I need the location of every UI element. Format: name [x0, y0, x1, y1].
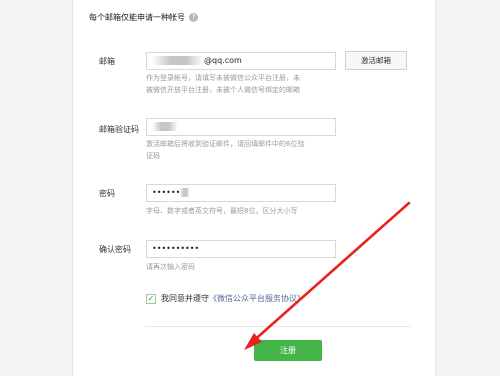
- email-label: 邮箱: [99, 57, 115, 66]
- agreement-link[interactable]: 《微信公众平台服务协议》: [209, 293, 305, 304]
- confirm-password-label: 确认密码: [99, 245, 131, 254]
- code-label: 邮箱验证码: [99, 125, 139, 134]
- email-hint: 作为登录帐号，请填写未被微信公众平台注册，未 被微信开放平台注册，未被个人微信号…: [146, 72, 300, 96]
- account-notice: 每个邮箱仅能申请一种帐号 ?: [89, 12, 198, 23]
- blurred-email-prefix: [152, 56, 204, 65]
- registration-panel: 每个邮箱仅能申请一种帐号 ? 邮箱 @qq.com 作为登录帐号，请填写未被微信…: [72, 0, 436, 376]
- agreement-text: 我同意并遵守: [161, 294, 209, 303]
- confirm-password-value: ••••••••••: [152, 244, 200, 253]
- code-hint-line-2: 证码: [146, 152, 160, 160]
- email-hint-line-2: 被微信开放平台注册，未被个人微信号绑定的邮箱: [146, 86, 300, 94]
- password-hint: 字母、数字或者英文符号，最短8位，区分大小写: [146, 207, 298, 215]
- activate-email-button[interactable]: 激活邮箱: [345, 51, 407, 70]
- code-hint-line-1: 激活邮箱后将收到验证邮件，请回填邮件中的6位验: [146, 140, 305, 148]
- password-label: 密码: [99, 189, 115, 198]
- password-value: ••••••: [152, 188, 181, 197]
- blurred-code: [152, 122, 178, 131]
- confirm-password-field[interactable]: ••••••••••: [146, 240, 336, 258]
- blurred-password-tail: [180, 188, 191, 197]
- divider: [145, 326, 411, 327]
- email-suffix: @qq.com: [204, 56, 242, 65]
- confirm-password-hint: 请再次输入密码: [146, 263, 195, 271]
- email-hint-line-1: 作为登录帐号，请填写未被微信公众平台注册，未: [146, 74, 300, 82]
- email-field[interactable]: @qq.com: [146, 52, 336, 70]
- notice-text: 每个邮箱仅能申请一种帐号: [89, 13, 185, 22]
- verification-code-field[interactable]: [146, 118, 336, 136]
- agreement-row: ✓ 我同意并遵守 《微信公众平台服务协议》: [146, 293, 305, 304]
- agree-checkbox[interactable]: ✓: [146, 293, 156, 304]
- password-field[interactable]: ••••••: [146, 184, 336, 202]
- code-hint: 激活邮箱后将收到验证邮件，请回填邮件中的6位验 证码: [146, 138, 304, 162]
- help-icon[interactable]: ?: [189, 13, 198, 22]
- register-button[interactable]: 注册: [254, 340, 322, 361]
